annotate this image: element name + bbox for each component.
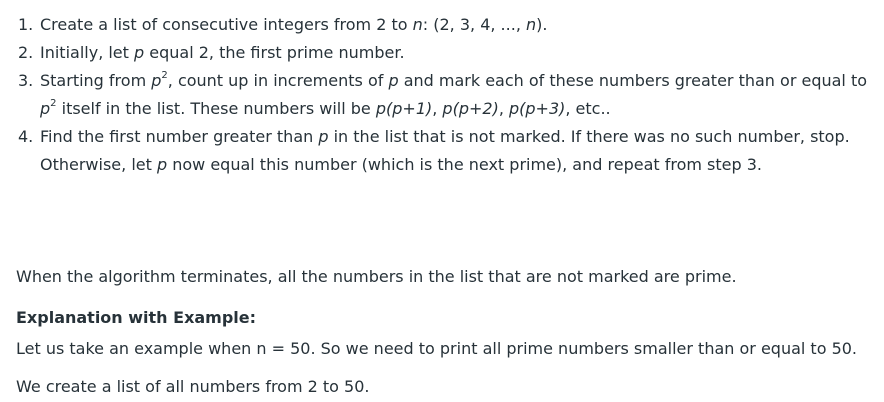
step-text: Create a list of consecutive integers fr… xyxy=(40,11,878,39)
text-run: , xyxy=(432,99,443,118)
text-run: , count up in increments of xyxy=(167,71,389,90)
text-run: Initially, let xyxy=(40,43,135,62)
text-run: and mark each of these numbers greater t… xyxy=(398,71,868,90)
step-number: 2. xyxy=(18,43,34,62)
step-1: 1. Create a list of consecutive integers… xyxy=(18,11,878,39)
math-var: p xyxy=(151,71,162,90)
step-number: 3. xyxy=(18,71,34,90)
termination-paragraph: When the algorithm terminates, all the n… xyxy=(16,267,737,286)
example-heading: Explanation with Example: xyxy=(16,308,257,327)
step-3: 3. Starting from p2, count up in increme… xyxy=(18,67,878,123)
math-expr: p(p+2) xyxy=(442,99,499,118)
text-run: Create a list of consecutive integers fr… xyxy=(40,15,413,34)
math-var: p xyxy=(388,71,399,90)
math-var: p xyxy=(40,99,51,118)
text-run: , xyxy=(498,99,509,118)
example-paragraph: Let us take an example when n = 50. So w… xyxy=(16,339,858,358)
step-4: 4. Find the first number greater than p … xyxy=(18,123,878,179)
step-2: 2. Initially, let p equal 2, the first p… xyxy=(18,39,878,67)
text-run: : (2, 3, 4, ..., xyxy=(422,15,526,34)
step-number: 4. xyxy=(18,127,34,146)
step-number: 1. xyxy=(18,15,34,34)
text-run: now equal this number (which is the next… xyxy=(167,155,763,174)
step-text: Starting from p2, count up in increments… xyxy=(40,67,878,123)
text-run: Find the first number greater than xyxy=(40,127,319,146)
algorithm-steps: 1. Create a list of consecutive integers… xyxy=(18,11,878,179)
math-var: n xyxy=(412,15,423,34)
math-var: p xyxy=(156,155,168,174)
math-expr: p(p+1) xyxy=(375,99,433,118)
math-expr: p(p+3) xyxy=(508,99,566,118)
math-var: p xyxy=(318,127,329,146)
superscript: 2 xyxy=(161,69,168,81)
text-run: equal 2, the first prime number. xyxy=(144,43,405,62)
superscript: 2 xyxy=(50,97,57,109)
text-run: Starting from xyxy=(40,71,152,90)
step-text: Initially, let p equal 2, the first prim… xyxy=(40,39,878,67)
text-run: , etc.. xyxy=(565,99,611,118)
math-var: p xyxy=(134,43,145,62)
text-run: itself in the list. These numbers will b… xyxy=(56,99,376,118)
text-run: ). xyxy=(536,15,548,34)
math-var: n xyxy=(525,15,537,34)
create-list-paragraph: We create a list of all numbers from 2 t… xyxy=(16,377,370,396)
step-text: Find the first number greater than p in … xyxy=(40,123,878,179)
